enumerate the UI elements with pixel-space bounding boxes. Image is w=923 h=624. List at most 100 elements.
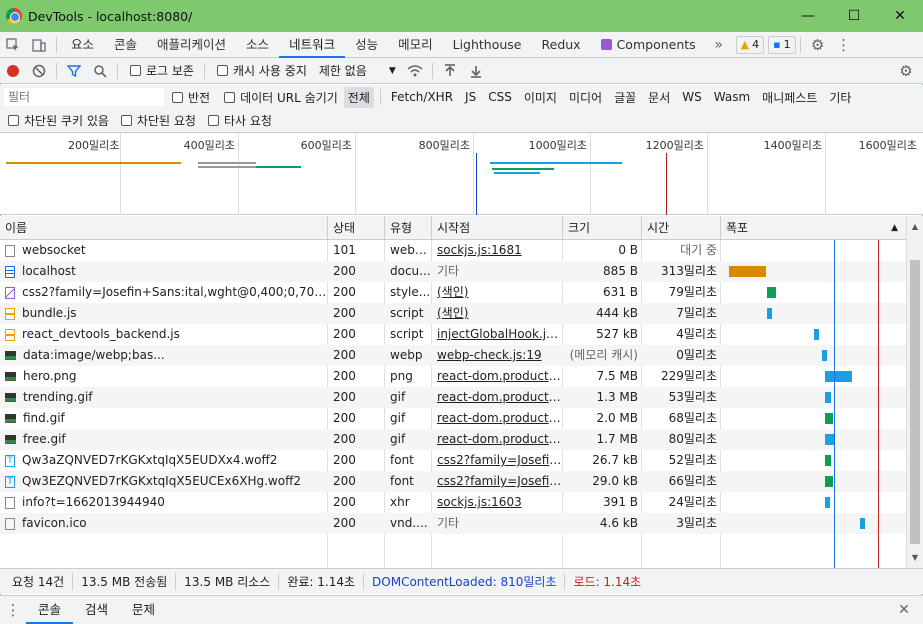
blocked-cookies-checkbox[interactable] — [8, 115, 19, 126]
initiator-cell[interactable]: react-dom.productio... — [432, 366, 563, 387]
table-row[interactable]: trending.gif 200 gif react-dom.productio...… — [0, 387, 906, 408]
table-row[interactable]: css2?family=Josefin+Sans:ital,wght@0,400… — [0, 282, 906, 303]
table-row[interactable]: localhost 200 docu... 기타 885 B 313밀리초 — [0, 261, 906, 282]
invert-checkbox[interactable] — [172, 91, 183, 103]
table-row[interactable]: T Qw3aZQNVED7rKGKxtqIqX5EUDXx4.woff2 200 fo… — [0, 450, 906, 471]
third-party-checkbox[interactable] — [207, 115, 219, 126]
col-header-status[interactable]: 상태 — [328, 216, 385, 239]
tab-memory[interactable]: 메모리 — [388, 32, 443, 58]
network-conditions-icon[interactable] — [402, 58, 428, 84]
blocked-requests-checkbox[interactable] — [120, 115, 132, 126]
warnings-badge[interactable]: ▲ 4 — [735, 35, 765, 54]
search-icon[interactable] — [87, 58, 113, 84]
initiator-cell[interactable]: sockjs.js:1681 — [432, 240, 563, 261]
time-cell: 52밀리초 — [668, 453, 717, 467]
tab-components[interactable]: Components — [591, 32, 706, 58]
close-drawer-icon[interactable]: ✕ — [891, 597, 917, 623]
table-row[interactable]: favicon.ico 200 vnd.... 기타 4.6 kB 3밀리초 — [0, 513, 906, 534]
settings-gear-icon[interactable]: ⚙ — [805, 32, 831, 58]
maximize-button[interactable]: ☐ — [831, 0, 877, 32]
size-cell: 7.5 MB — [596, 369, 638, 383]
load-marker — [666, 153, 667, 215]
filter-type-all[interactable]: 전체 — [343, 86, 374, 108]
drawer-tab-console[interactable]: 콘솔 — [26, 596, 74, 624]
drawer-tab-issues[interactable]: 문제 — [120, 596, 167, 624]
filter-type-wasm[interactable]: Wasm — [710, 88, 754, 106]
table-row[interactable]: websocket 101 webs... sockjs.js:1681 0 B 대기 중 — [0, 240, 906, 261]
tab-elements[interactable]: 요소 — [61, 32, 104, 58]
table-row[interactable]: bundle.js 200 script (색인) 444 kB 7밀리초 — [0, 303, 906, 324]
filter-input[interactable] — [4, 88, 164, 106]
overview-tick: 1000밀리초 — [529, 133, 591, 215]
drawer-menu-icon[interactable]: ⋮ — [0, 597, 26, 623]
tab-application[interactable]: 애플리케이션 — [147, 32, 236, 58]
scroll-down-icon[interactable]: ▼ — [907, 553, 923, 562]
tab-console[interactable]: 콘솔 — [104, 32, 147, 58]
scrollbar-thumb[interactable] — [910, 260, 920, 544]
status-cell: 200 — [333, 411, 356, 425]
initiator-cell[interactable]: react-dom.productio... — [432, 387, 563, 408]
filter-type-other[interactable]: 기타 — [825, 87, 855, 108]
filter-type-js[interactable]: JS — [461, 88, 480, 106]
table-row[interactable]: hero.png 200 png react-dom.productio... 7.5 … — [0, 366, 906, 387]
tab-redux[interactable]: Redux — [532, 32, 591, 58]
close-window-button[interactable]: ✕ — [877, 0, 923, 32]
throttling-select[interactable]: 제한 없음 ▼ — [319, 62, 396, 79]
status-cell: 200 — [333, 264, 356, 278]
more-tabs-icon[interactable]: » — [706, 32, 732, 58]
filter-type-img[interactable]: 이미지 — [520, 87, 561, 108]
filter-type-font[interactable]: 글꼴 — [610, 87, 640, 108]
table-row[interactable]: T Qw3EZQNVED7rKGKxtqIqX5EUCEx6XHg.woff2 20… — [0, 471, 906, 492]
filter-type-css[interactable]: CSS — [484, 88, 516, 106]
tab-sources[interactable]: 소스 — [236, 32, 279, 58]
export-har-icon[interactable] — [463, 58, 489, 84]
col-header-size[interactable]: 크기 — [563, 216, 642, 239]
kebab-menu-icon[interactable]: ⋮ — [831, 32, 857, 58]
network-settings-gear-icon[interactable]: ⚙ — [893, 58, 919, 84]
device-toolbar-icon[interactable] — [26, 32, 52, 58]
initiator-cell[interactable]: react-dom.productio... — [432, 429, 563, 450]
col-header-waterfall[interactable]: 폭포 ▲ — [721, 216, 906, 239]
minimize-button[interactable]: — — [785, 0, 831, 32]
tab-network[interactable]: 네트워크 — [279, 32, 346, 58]
disable-cache-checkbox[interactable] — [216, 65, 228, 76]
filter-type-doc[interactable]: 문서 — [644, 87, 674, 108]
initiator-cell[interactable]: (색인) — [432, 303, 563, 324]
initiator-cell[interactable]: (색인) — [432, 282, 563, 303]
table-row[interactable]: data:image/webp;bas... 200 webp webp-check.… — [0, 345, 906, 366]
messages-badge[interactable]: ▪ 1 — [768, 35, 796, 54]
image-icon — [5, 393, 16, 402]
initiator-cell[interactable]: sockjs.js:1603 — [432, 492, 563, 513]
tab-performance[interactable]: 성능 — [345, 32, 388, 58]
initiator-cell[interactable]: css2?family=Josefin+... — [432, 450, 563, 471]
table-row[interactable]: find.gif 200 gif react-dom.productio... 2.0 … — [0, 408, 906, 429]
col-header-name[interactable]: 이름 — [0, 216, 328, 239]
initiator-cell[interactable]: webp-check.js:19 — [432, 345, 563, 366]
table-row[interactable]: info?t=1662013944940 200 xhr sockjs.js:1603… — [0, 492, 906, 513]
table-row[interactable]: react_devtools_backend.js 200 script inject… — [0, 324, 906, 345]
col-header-initiator[interactable]: 시작점 — [432, 216, 563, 239]
preserve-log-checkbox[interactable] — [130, 65, 141, 76]
network-overview-timeline[interactable]: 200밀리초 400밀리초 600밀리초 800밀리초 1000밀리초 1200… — [0, 133, 923, 215]
record-icon[interactable] — [0, 58, 26, 84]
initiator-cell[interactable]: css2?family=Josefin+... — [432, 471, 563, 492]
inspect-element-icon[interactable] — [0, 32, 26, 58]
initiator-cell[interactable]: injectGlobalHook.js:2... — [432, 324, 563, 345]
scroll-up-icon[interactable]: ▲ — [907, 222, 923, 231]
initiator-cell[interactable]: react-dom.productio... — [432, 408, 563, 429]
filter-type-manifest[interactable]: 매니페스트 — [758, 87, 821, 108]
tab-lighthouse[interactable]: Lighthouse — [443, 32, 532, 58]
vertical-scrollbar[interactable]: ▲ ▼ — [906, 216, 923, 568]
col-header-type[interactable]: 유형 — [385, 216, 432, 239]
hide-data-urls-checkbox[interactable] — [224, 91, 236, 103]
filter-type-media[interactable]: 미디어 — [565, 87, 606, 108]
filter-type-fetch-xhr[interactable]: Fetch/XHR — [387, 88, 457, 106]
filter-icon[interactable] — [61, 58, 87, 84]
drawer-tab-search[interactable]: 검색 — [73, 596, 120, 624]
import-har-icon[interactable] — [437, 58, 463, 84]
table-row[interactable]: free.gif 200 gif react-dom.productio... 1.7 … — [0, 429, 906, 450]
clear-icon[interactable] — [26, 58, 52, 84]
col-header-time[interactable]: 시간 — [642, 216, 721, 239]
filter-type-ws[interactable]: WS — [678, 88, 705, 106]
finish-time: 완료: 1.14초 — [279, 573, 365, 590]
